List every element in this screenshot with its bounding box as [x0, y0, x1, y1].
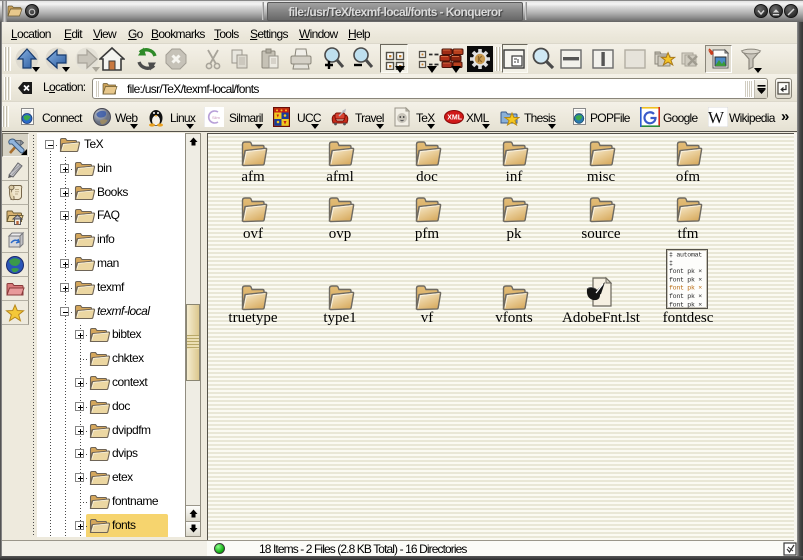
svg-text:font pk ×: font pk ×	[669, 268, 702, 275]
svg-text:font pk ×: font pk ×	[669, 301, 702, 308]
svg-text:‡ automat: ‡ automat	[669, 252, 702, 259]
svg-text:Silm: Silm	[212, 115, 220, 120]
svg-text:font pk ×: font pk ×	[669, 293, 702, 300]
svg-text:font pk ×: font pk ×	[669, 285, 702, 292]
svg-text:W: W	[708, 108, 725, 127]
svg-text:font pk ×: font pk ×	[669, 276, 702, 283]
svg-text:XML: XML	[447, 115, 463, 122]
svg-text:‡: ‡	[669, 260, 673, 267]
